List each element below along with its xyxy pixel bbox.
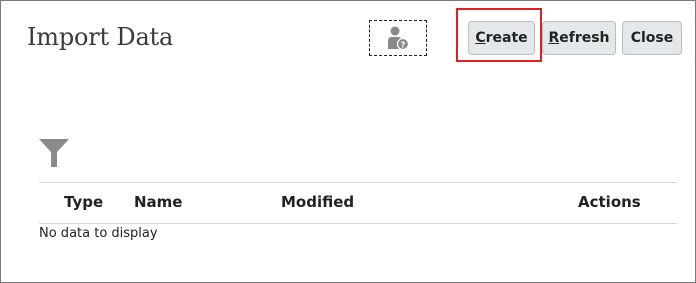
filter-icon xyxy=(39,139,69,167)
create-label: reate xyxy=(485,30,528,46)
close-label: Close xyxy=(630,30,674,46)
import-data-panel: Import Data ? Create Refresh Close Type … xyxy=(0,0,696,283)
page-title: Import Data xyxy=(27,23,174,51)
refresh-button[interactable]: Refresh xyxy=(542,21,616,55)
filter-button[interactable] xyxy=(39,139,69,172)
refresh-label: efresh xyxy=(559,30,610,46)
close-button[interactable]: Close xyxy=(622,21,682,55)
refresh-mnemonic: R xyxy=(548,30,560,46)
column-header-type[interactable]: Type xyxy=(64,193,103,211)
column-header-actions: Actions xyxy=(578,193,641,211)
svg-text:?: ? xyxy=(401,41,406,50)
create-mnemonic: C xyxy=(475,30,486,46)
column-header-name[interactable]: Name xyxy=(134,193,182,211)
user-help-icon: ? xyxy=(388,26,409,51)
table-header: Type Name Modified Actions xyxy=(39,182,677,224)
column-header-modified[interactable]: Modified xyxy=(281,193,354,211)
help-button[interactable]: ? xyxy=(369,20,427,56)
empty-table-message: No data to display xyxy=(39,226,158,241)
create-button[interactable]: Create xyxy=(468,21,535,55)
